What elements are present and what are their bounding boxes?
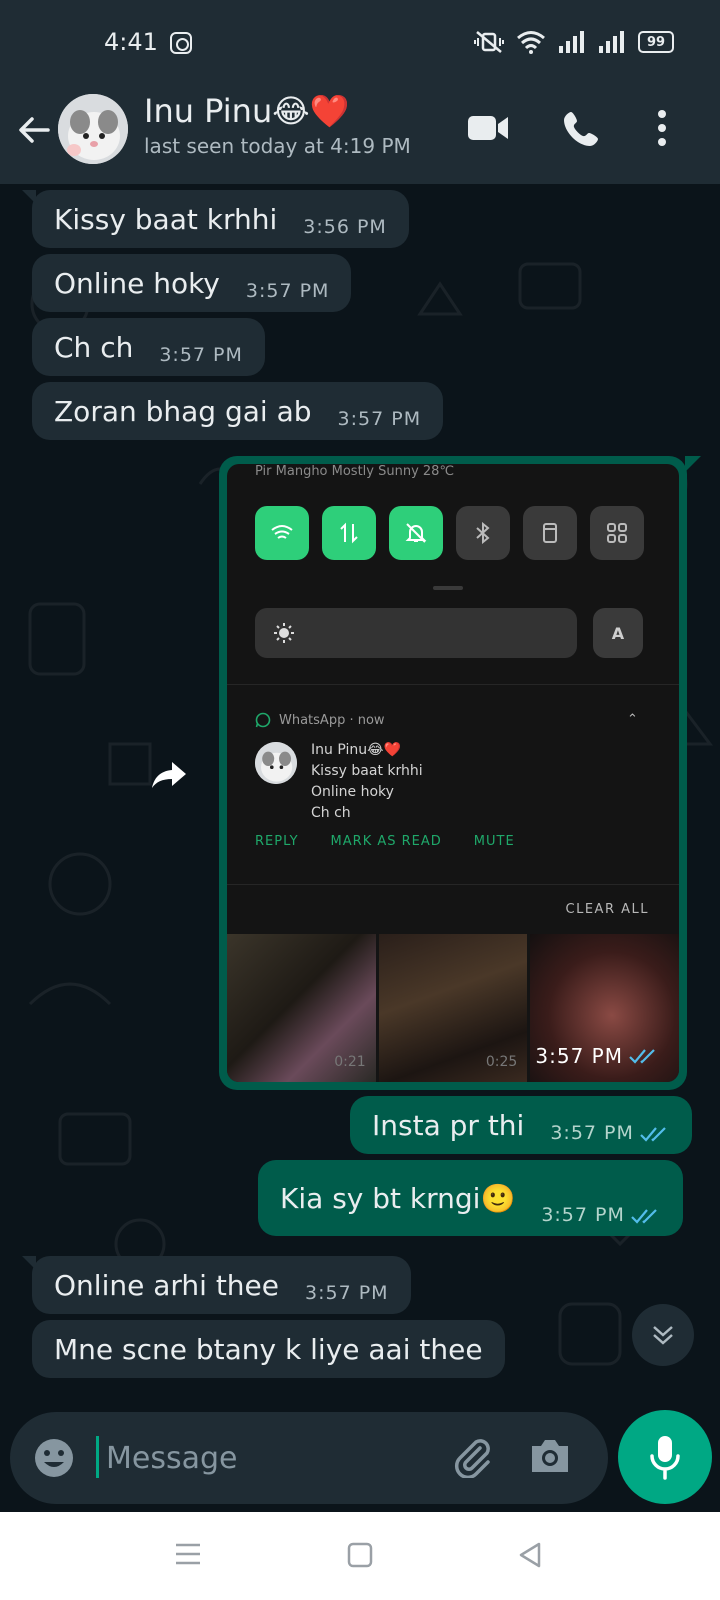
emoji-icon[interactable] [32,1436,76,1480]
mute-vibrate-icon [474,31,504,53]
message-bubble-incoming[interactable]: Online hoky 3:57 PM [32,254,352,312]
notification-actions: REPLY MARK AS READ MUTE [255,834,515,849]
auto-brightness-button: A [593,608,643,658]
message-time: 3:57 PM [305,1282,389,1304]
contact-name[interactable]: Inu Pinu😂❤️ [144,92,349,130]
notification-line: Kissy baat krhhi [311,763,423,779]
read-ticks-icon [640,1127,666,1142]
notification-line: Ch ch [311,805,351,821]
scroll-to-bottom-button[interactable] [632,1304,694,1366]
quick-settings-row [255,506,644,560]
wifi-tile-icon [255,506,309,560]
more-options-icon[interactable] [652,108,672,148]
clear-all-button: CLEAR ALL [565,902,649,917]
message-bubble-incoming[interactable]: Kissy baat krhhi 3:56 PM [22,190,409,248]
notification-line: Online hoky [311,784,394,800]
notification-sender: Inu Pinu😂❤️ [311,742,401,758]
camera-icon[interactable] [528,1436,572,1476]
attach-icon[interactable] [450,1434,494,1478]
read-ticks-icon [629,1049,655,1064]
avatar[interactable] [58,94,128,164]
forward-icon[interactable] [150,754,190,794]
notification-avatar [255,742,297,784]
message-bubble-incoming[interactable]: Online arhi thee 3:57 PM [22,1256,411,1314]
video-duration: 0:21 [334,1054,366,1070]
back-arrow-icon[interactable] [14,110,54,150]
message-bubble-incoming[interactable]: Zoran bhag gai ab 3:57 PM [32,382,444,440]
menu-icon[interactable] [174,1542,202,1566]
message-text: Kia sy bt krngi🙂 [280,1181,516,1215]
message-composer [10,1412,608,1504]
chevron-up-icon: ⌃ [627,712,638,727]
text-cursor [96,1436,99,1478]
status-time: 4:41 [104,28,158,56]
chat-area[interactable]: Kissy baat krhhi 3:56 PM Online hoky 3:5… [0,184,720,1412]
signal-icon [599,31,624,53]
weather-text: Pir Mangho Mostly Sunny 28℃ [255,464,455,479]
message-time: 3:57 PM [159,344,243,366]
flashlight-tile-icon [523,506,577,560]
message-time: 3:57 PM [337,408,422,430]
instagram-icon [170,32,192,54]
last-seen: last seen today at 4:19 PM [144,134,411,158]
apps-tile-icon [590,506,644,560]
video-thumbnail: 0:25 [378,934,528,1082]
message-bubble-outgoing[interactable]: Insta pr thi 3:57 PM [350,1096,692,1154]
mute-action: MUTE [473,834,515,849]
mic-icon [650,1436,680,1480]
whatsapp-icon [255,712,271,728]
message-text: Insta pr thi [372,1108,525,1142]
wifi-icon [517,31,545,54]
mark-as-read-action: MARK AS READ [330,834,442,849]
mute-tile-icon [389,506,443,560]
message-time: 3:56 PM [303,216,387,238]
screenshot-image[interactable]: Pir Mangho Mostly Sunny 28℃ A WhatsApp ·… [227,464,679,1082]
mic-button[interactable] [618,1410,712,1504]
video-call-icon[interactable] [466,112,510,144]
voice-call-icon[interactable] [562,108,602,148]
system-nav-bar [0,1512,720,1600]
reply-action: REPLY [255,834,299,849]
back-nav-icon[interactable] [518,1542,542,1568]
message-input[interactable] [106,1432,426,1484]
double-chevron-down-icon [653,1326,673,1345]
home-icon[interactable] [347,1542,373,1568]
mobile-data-tile-icon [322,506,376,560]
battery-icon: 99 [638,31,674,53]
chat-header: Inu Pinu😂❤️ last seen today at 4:19 PM [0,88,720,184]
brightness-slider [255,608,577,658]
message-text: Kissy baat krhhi [54,202,278,236]
divider [227,684,679,685]
message-time: 3:57 PM [245,280,330,302]
notification-app-name: WhatsApp · now [279,712,385,728]
divider [227,884,679,885]
message-time: 3:57 PM [550,1122,634,1144]
message-bubble-incoming[interactable]: Ch ch 3:57 PM [32,318,265,376]
brightness-icon [274,623,294,643]
message-text: Ch ch [54,330,134,364]
bluetooth-tile-icon [456,506,510,560]
notification-content: Inu Pinu😂❤️ Kissy baat krhhi Online hoky… [311,740,423,824]
message-time: 3:57 PM [541,1204,625,1226]
status-bar: 4:41 99 [0,0,720,88]
message-text: Online hoky [54,266,220,300]
message-time: 3:57 PM [535,1044,623,1068]
signal-icon [559,31,584,53]
message-meta: 3:57 PM [535,1044,659,1068]
video-thumbnail: 0:21 [227,934,376,1082]
status-icons: 99 [474,30,674,54]
drag-handle [433,586,463,590]
message-bubble-incoming[interactable]: Mne scne btany k liye aai thee [32,1320,505,1378]
message-text: Online arhi thee [54,1268,279,1302]
message-bubble-outgoing[interactable]: Kia sy bt krngi🙂 3:57 PM [258,1160,683,1236]
message-text: Mne scne btany k liye aai thee [54,1332,483,1366]
image-message-outgoing[interactable]: Pir Mangho Mostly Sunny 28℃ A WhatsApp ·… [219,456,701,1090]
notification-app-row: WhatsApp · now ⌃ [255,712,638,728]
message-text: Zoran bhag gai ab [54,394,312,428]
video-duration: 0:25 [485,1054,518,1070]
read-ticks-icon [631,1209,657,1224]
